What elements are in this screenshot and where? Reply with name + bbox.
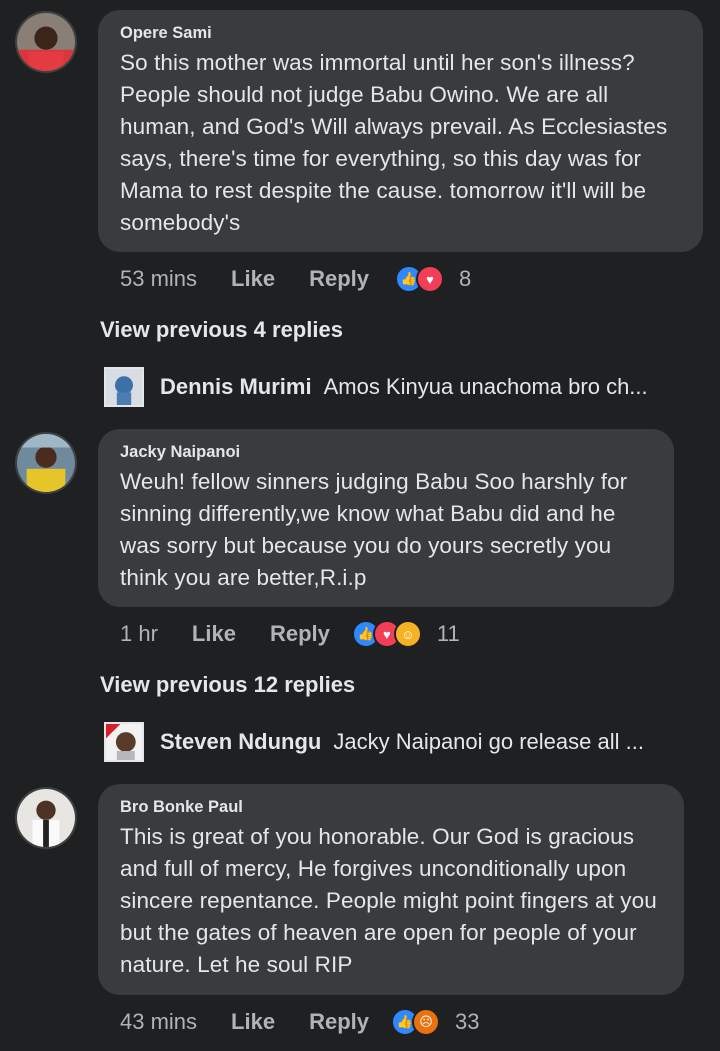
comment-text: This is great of you honorable. Our God …	[120, 824, 657, 977]
reply-text: Jacky Naipanoi go release all ...	[333, 729, 644, 754]
reactions[interactable]: 👍 ♥	[395, 265, 444, 293]
timestamp[interactable]: 1 hr	[120, 621, 158, 647]
reply-text: Amos Kinyua unachoma bro ch...	[323, 374, 648, 399]
reaction-count[interactable]: 11	[437, 621, 460, 647]
reply-button[interactable]: Reply	[309, 266, 369, 292]
avatar[interactable]	[15, 11, 77, 73]
timestamp[interactable]: 53 mins	[120, 266, 197, 292]
view-previous-replies[interactable]: View previous 4 replies	[100, 317, 343, 343]
comment-text: So this mother was immortal until her so…	[120, 50, 668, 235]
comment-bubble: Opere Sami So this mother was immortal u…	[98, 10, 703, 252]
reaction-count[interactable]: 8	[459, 266, 471, 292]
comment-actions: 1 hr Like Reply 👍 ♥ ☺ 11	[120, 620, 460, 648]
reply-author[interactable]: Steven Ndungu	[160, 729, 321, 755]
view-previous-replies[interactable]: View previous 12 replies	[100, 672, 355, 698]
comment-bubble: Bro Bonke Paul This is great of you hono…	[98, 784, 684, 995]
reply-button[interactable]: Reply	[270, 621, 330, 647]
reactions[interactable]: 👍 ♥ ☺	[351, 620, 422, 648]
like-button[interactable]: Like	[231, 1009, 275, 1035]
like-button[interactable]: Like	[192, 621, 236, 647]
latest-reply[interactable]: Dennis Murimi Amos Kinyua unachoma bro c…	[104, 367, 648, 407]
angry-icon: ☹	[412, 1008, 440, 1036]
comment-text: Weuh! fellow sinners judging Babu Soo ha…	[120, 469, 628, 590]
comment-author[interactable]: Jacky Naipanoi	[120, 443, 652, 462]
haha-icon: ☺	[393, 620, 422, 648]
reactions[interactable]: 👍 ☹	[391, 1008, 440, 1036]
reply-author[interactable]: Dennis Murimi	[160, 374, 312, 400]
avatar[interactable]	[15, 432, 77, 494]
love-icon: ♥	[416, 265, 444, 293]
reaction-count[interactable]: 33	[455, 1009, 479, 1035]
like-button[interactable]: Like	[231, 266, 275, 292]
reply-button[interactable]: Reply	[309, 1009, 369, 1035]
comment-author[interactable]: Bro Bonke Paul	[120, 798, 662, 817]
timestamp[interactable]: 43 mins	[120, 1009, 197, 1035]
avatar[interactable]	[15, 787, 77, 849]
comment-actions: 43 mins Like Reply 👍 ☹ 33	[120, 1008, 479, 1036]
avatar	[104, 722, 144, 762]
comment-bubble: Jacky Naipanoi Weuh! fellow sinners judg…	[98, 429, 674, 607]
avatar	[104, 367, 144, 407]
comment-actions: 53 mins Like Reply 👍 ♥ 8	[120, 265, 471, 293]
comment-author[interactable]: Opere Sami	[120, 24, 681, 43]
latest-reply[interactable]: Steven Ndungu Jacky Naipanoi go release …	[104, 722, 644, 762]
